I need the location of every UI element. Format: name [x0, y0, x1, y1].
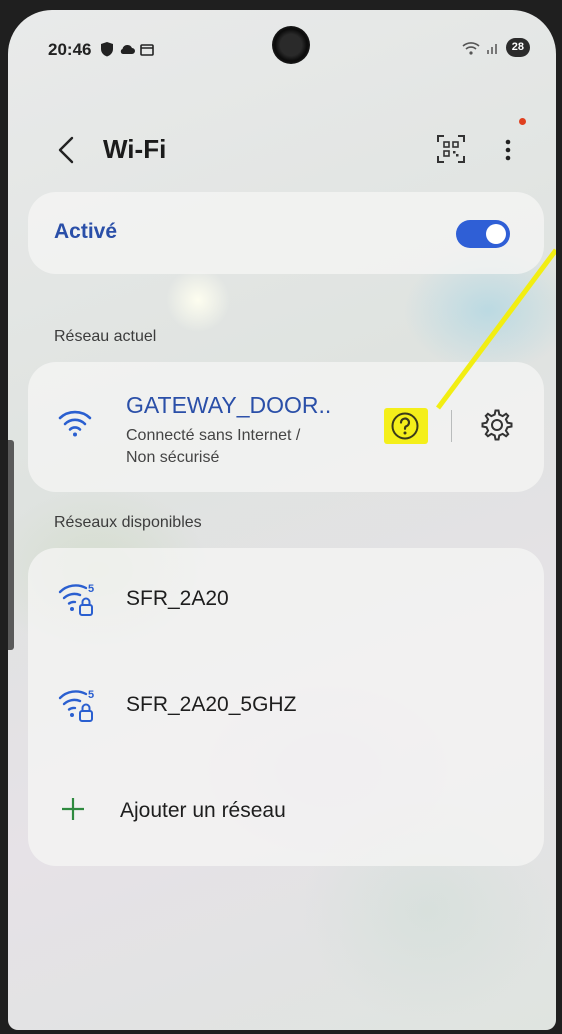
qr-code-icon[interactable]	[434, 132, 468, 166]
wifi-toggle-switch[interactable]	[456, 220, 510, 248]
current-network-card[interactable]: GATEWAY_DOOR.. Connecté sans Internet / …	[28, 362, 544, 492]
status-time: 20:46	[48, 40, 92, 59]
current-network-section-label: Réseau actuel	[54, 328, 157, 345]
current-network-name: GATEWAY_DOOR..	[126, 392, 332, 418]
svg-text:5: 5	[88, 689, 94, 701]
help-highlight	[384, 408, 428, 444]
edge-panel-handle[interactable]	[8, 440, 14, 650]
toggle-knob	[486, 224, 506, 244]
status-line-2: Non sécurisé	[126, 449, 220, 466]
battery-badge: 28	[505, 38, 530, 57]
wifi-5ghz-lock-icon: 5	[58, 583, 94, 616]
page-title: Wi-Fi	[103, 134, 167, 164]
available-networks-section-label: Réseaux disponibles	[54, 514, 202, 531]
notification-dot	[519, 118, 526, 125]
plus-icon	[62, 798, 84, 820]
wifi-signal-icon	[462, 41, 480, 55]
shield-icon	[101, 42, 113, 57]
svg-text:5: 5	[88, 583, 94, 595]
gear-icon[interactable]	[480, 408, 514, 442]
cloud-icon	[120, 44, 135, 54]
network-name: SFR_2A20	[126, 587, 229, 610]
cell-signal-icon	[486, 43, 497, 54]
phone-screen: 20:46 28 Wi-Fi Activé Réseau actuel GATE…	[8, 10, 556, 1030]
front-camera	[272, 26, 310, 64]
network-row[interactable]: 5 SFR_2A20_5GHZ	[28, 666, 544, 746]
wifi-toggle-label: Activé	[54, 220, 118, 243]
status-bar: 20:46 28	[8, 10, 556, 80]
app-header: Wi-Fi	[8, 120, 556, 180]
calendar-icon	[140, 43, 154, 56]
more-vertical-icon[interactable]	[495, 130, 521, 170]
wifi-5ghz-lock-icon: 5	[58, 689, 94, 722]
wifi-toggle-card[interactable]: Activé	[28, 192, 544, 274]
current-network-status: Connecté sans Internet / Non sécurisé	[126, 425, 366, 469]
chevron-left-icon[interactable]	[52, 130, 82, 170]
available-networks-card: 5 SFR_2A20 5 SFR_2A20_5GHZ Ajouter un ré…	[28, 548, 544, 866]
add-network-row[interactable]: Ajouter un réseau	[28, 772, 544, 852]
status-icons-right: 28	[462, 38, 530, 57]
divider	[451, 410, 452, 442]
status-line-1: Connecté sans Internet /	[126, 427, 301, 444]
network-row[interactable]: 5 SFR_2A20	[28, 560, 544, 640]
help-icon[interactable]	[390, 411, 420, 441]
add-network-label: Ajouter un réseau	[120, 799, 286, 822]
wifi-icon	[58, 410, 92, 437]
status-icons-left	[100, 41, 154, 57]
network-name: SFR_2A20_5GHZ	[126, 693, 297, 716]
